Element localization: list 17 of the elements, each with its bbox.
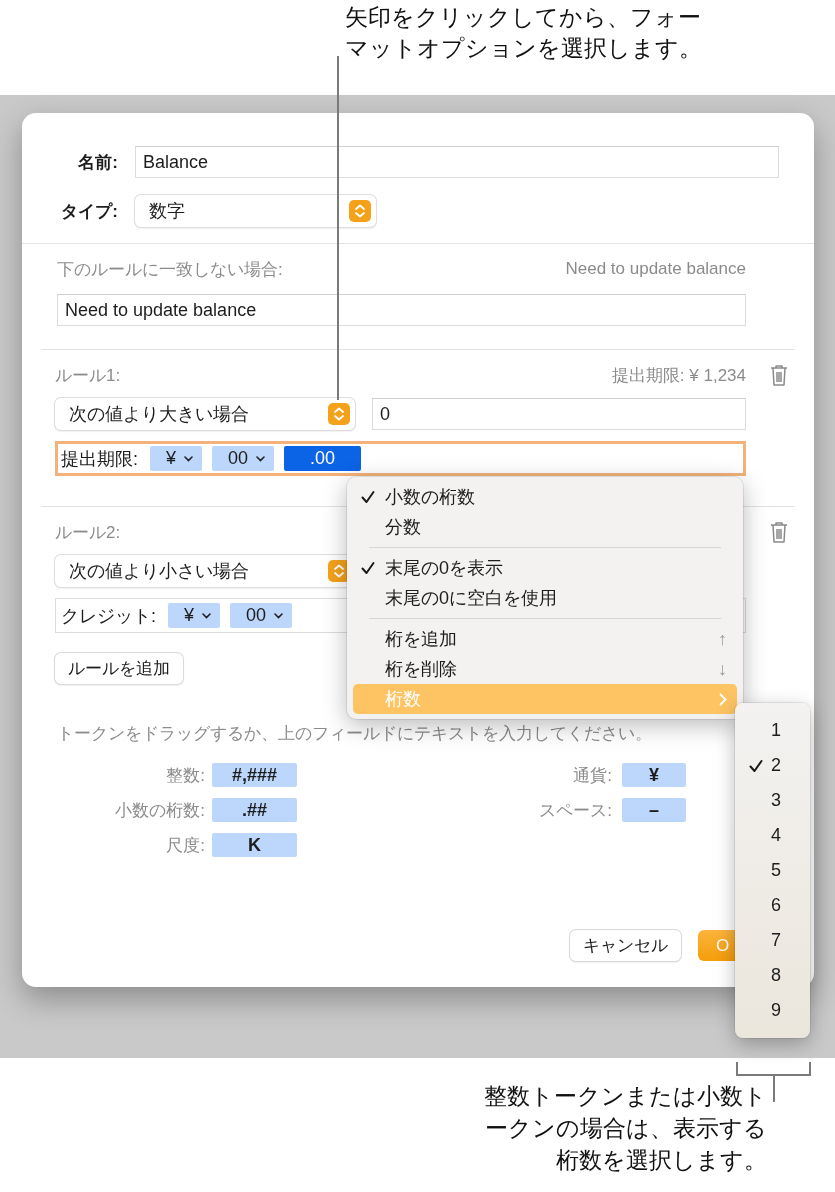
format-label: クレジット: [61, 604, 156, 628]
preview-text: Need to update balance [565, 259, 746, 279]
callout-text: 整数トークンまたは小数トークンの場合は、表示する桁数を選択します。 [483, 1082, 767, 1175]
token-label: スペース: [538, 799, 612, 822]
field-label: 名前: [77, 151, 118, 174]
token-label: 尺度: [165, 834, 205, 857]
section-label: 下のルールに一致しない場合: [57, 258, 283, 281]
format-label: 提出期限: [61, 447, 138, 471]
token-label: 通貨: [572, 764, 612, 787]
preview-text: 提出期限: ¥ 1,234 [611, 364, 746, 387]
field-label: タイプ: [60, 200, 118, 223]
hint-text: トークンをドラッグするか、上のフィールドにテキストを入力してください。 [57, 723, 652, 745]
token-label: 整数: [165, 764, 205, 787]
rule-label: ルール1: [55, 364, 121, 387]
rule-label: ルール2: [55, 521, 121, 544]
token-label: 小数の桁数: [114, 799, 205, 822]
callout-text: 矢印をクリックしてから、フォーマットオプションを選択します。 [345, 3, 703, 63]
